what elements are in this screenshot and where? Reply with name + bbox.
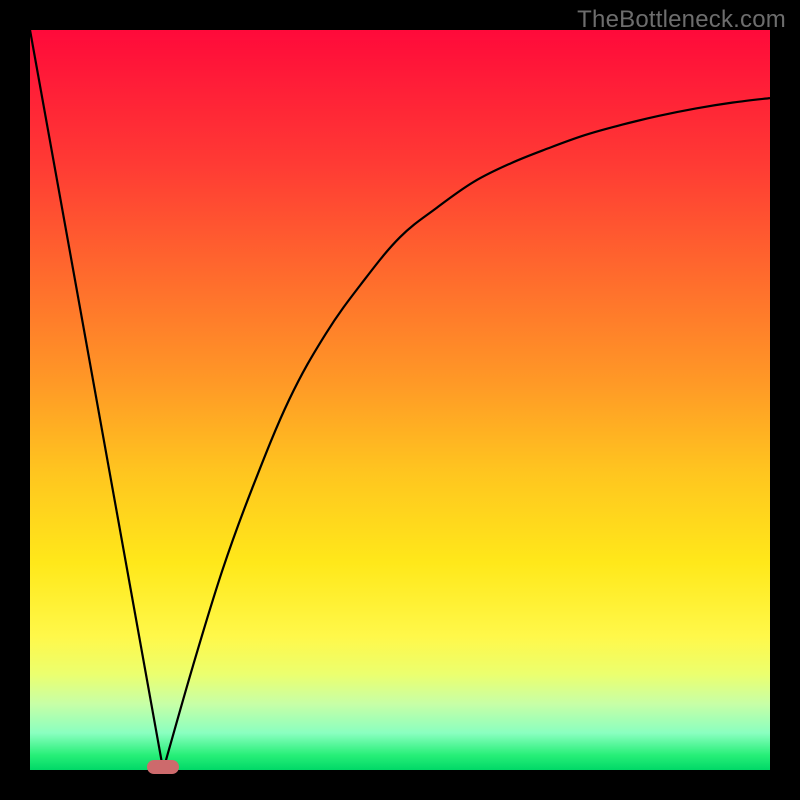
plot-area xyxy=(30,30,770,770)
watermark-text: TheBottleneck.com xyxy=(577,6,786,34)
minimum-marker xyxy=(147,760,179,774)
left-branch-line xyxy=(30,30,163,770)
chart-frame: TheBottleneck.com xyxy=(0,0,800,800)
right-branch-line xyxy=(163,98,770,770)
curve-svg xyxy=(30,30,770,770)
